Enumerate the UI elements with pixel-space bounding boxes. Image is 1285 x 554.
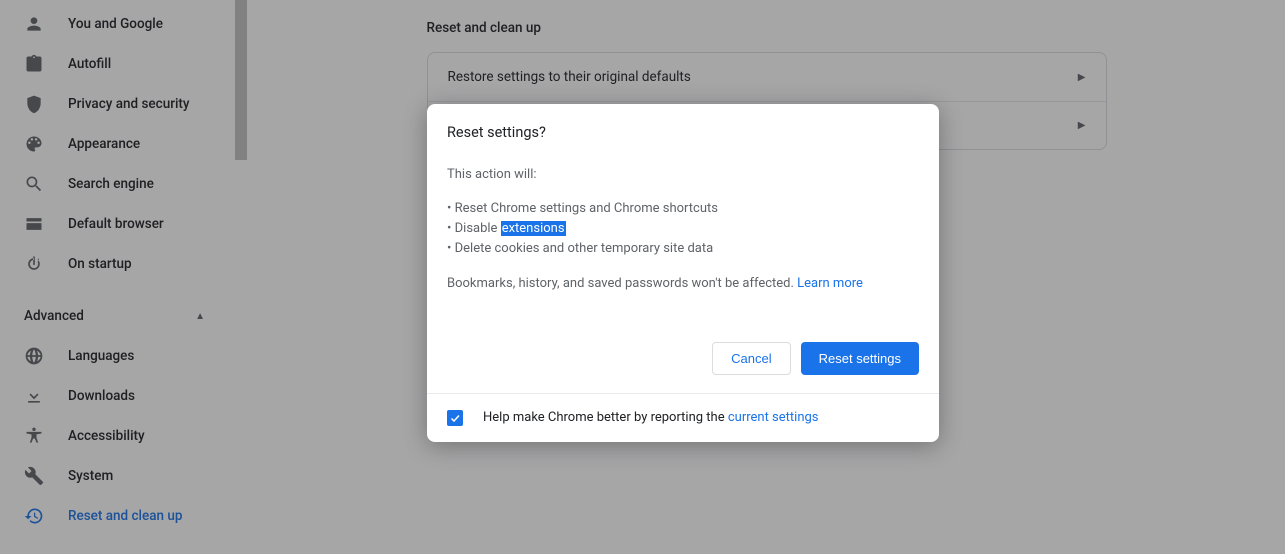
cancel-button[interactable]: Cancel (712, 342, 790, 375)
dialog-bullet: Reset Chrome settings and Chrome shortcu… (447, 199, 919, 219)
footer-text: Help make Chrome better by reporting the… (483, 410, 819, 425)
dialog-title: Reset settings? (447, 124, 919, 141)
reset-settings-button[interactable]: Reset settings (801, 342, 919, 375)
dialog-bullet: Delete cookies and other temporary site … (447, 239, 919, 259)
dialog-bullet: Disable extensions (447, 219, 919, 239)
current-settings-link[interactable]: current settings (728, 410, 819, 425)
learn-more-link[interactable]: Learn more (797, 276, 863, 291)
dialog-intro: This action will: (447, 165, 919, 185)
reset-settings-dialog: Reset settings? This action will: Reset … (427, 104, 939, 442)
dialog-bullet-list: Reset Chrome settings and Chrome shortcu… (447, 199, 919, 259)
dialog-outro: Bookmarks, history, and saved passwords … (447, 274, 919, 294)
highlighted-text: extensions (501, 221, 566, 236)
report-checkbox[interactable] (447, 410, 463, 426)
